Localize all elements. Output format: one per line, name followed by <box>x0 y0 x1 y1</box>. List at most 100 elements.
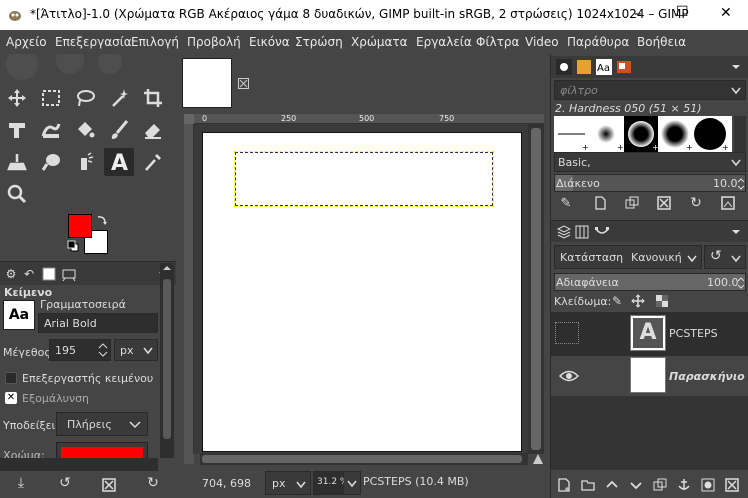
text-layer-boundary[interactable] <box>234 151 494 207</box>
images-tab-icon[interactable] <box>38 263 60 285</box>
minimize-button[interactable]: – <box>634 4 642 22</box>
quick-mask-corner[interactable] <box>184 114 194 124</box>
rect-select-tool-icon[interactable] <box>36 84 66 112</box>
swap-colors-icon[interactable] <box>96 214 108 226</box>
text-tool-icon[interactable]: A <box>104 148 134 176</box>
smudge-tool-icon[interactable] <box>36 148 66 176</box>
reset-options-icon[interactable]: ↻ <box>142 472 164 494</box>
brushes-tab-icon[interactable] <box>553 56 575 78</box>
anchor-layer-icon[interactable] <box>673 474 695 496</box>
zoom-tool-icon[interactable] <box>2 180 32 208</box>
editor-checkbox[interactable] <box>5 372 17 384</box>
restore-options-icon[interactable]: ↺ <box>54 472 76 494</box>
eraser-tool-icon[interactable] <box>138 116 168 144</box>
menu-file[interactable]: Αρχείο <box>6 35 47 49</box>
brush-grid[interactable]: + + + + + <box>554 116 732 152</box>
tool-options-scrollbar[interactable] <box>160 263 174 458</box>
move-tool-icon[interactable] <box>2 84 32 112</box>
antialias-checkbox[interactable]: ✕ <box>5 392 17 404</box>
lasso-tool-icon[interactable] <box>70 84 100 112</box>
refresh-brushes-icon[interactable]: ↻ <box>685 192 707 214</box>
brush-filter-input[interactable]: φίλτρο <box>554 80 746 100</box>
raise-layer-icon[interactable] <box>601 474 623 496</box>
canvas-hscrollbar[interactable] <box>200 453 528 465</box>
color-picker-tool-icon[interactable] <box>138 148 168 176</box>
crop-tool-icon[interactable] <box>138 84 168 112</box>
opacity-slider[interactable]: Αδιαφάνεια 100.0 <box>554 273 746 291</box>
menu-colors[interactable]: Χρώματα <box>351 35 408 49</box>
menu-select[interactable]: Επιλογή <box>131 35 179 49</box>
fuzzy-select-tool-icon[interactable] <box>104 84 134 112</box>
lock-pixels-icon[interactable]: ✎ <box>606 290 628 312</box>
dodge-burn-tool-icon[interactable] <box>70 148 100 176</box>
save-options-icon[interactable]: ⤓ <box>10 472 32 494</box>
brushes-tab-menu-icon[interactable] <box>725 56 747 78</box>
fonts-tab-icon[interactable]: Aa <box>593 56 615 78</box>
eye-icon[interactable] <box>559 370 579 382</box>
delete-brush-icon[interactable] <box>653 192 675 214</box>
layer-visibility-toggle[interactable] <box>555 322 579 344</box>
layer-mode-select[interactable]: Κατάσταση Κανονική <box>554 245 702 269</box>
layer-mask-icon[interactable] <box>697 474 719 496</box>
size-unit-select[interactable]: px <box>114 339 158 361</box>
default-colors-icon[interactable] <box>67 240 79 252</box>
antialias-checkbox-label: Εξομάλυνση <box>22 392 90 405</box>
foreground-color-swatch[interactable] <box>68 214 92 238</box>
zoom-follow-icon[interactable] <box>532 453 544 465</box>
canvas-vscrollbar[interactable] <box>528 124 544 454</box>
document-history-tab-icon[interactable] <box>613 56 635 78</box>
layer-mode-reset[interactable]: ↺ <box>704 245 746 269</box>
new-layer-group-icon[interactable] <box>577 474 599 496</box>
menu-image[interactable]: Εικόνα <box>249 35 290 49</box>
patterns-tab-icon[interactable] <box>573 56 595 78</box>
channels-tab-icon[interactable] <box>571 221 593 243</box>
image-canvas[interactable] <box>202 132 522 452</box>
size-spinbox[interactable]: 195 <box>49 339 111 361</box>
clone-tool-icon[interactable] <box>2 148 32 176</box>
close-button[interactable]: ✕ <box>720 5 732 21</box>
delete-options-icon[interactable] <box>98 474 120 496</box>
unified-transform-tool-icon[interactable] <box>2 116 32 144</box>
device-status-tab-icon[interactable] <box>58 263 80 285</box>
lower-layer-icon[interactable] <box>625 474 647 496</box>
duplicate-brush-icon[interactable] <box>621 192 643 214</box>
delete-layer-icon[interactable] <box>721 474 743 496</box>
canvas-viewport[interactable] <box>194 124 528 454</box>
navigate-corner[interactable] <box>184 454 194 464</box>
maximize-button[interactable]: ☐ <box>676 4 689 20</box>
menu-filters[interactable]: Φίλτρα <box>476 35 519 49</box>
image-tab-close-icon[interactable] <box>238 78 249 89</box>
font-input[interactable]: Arial Bold <box>38 313 158 333</box>
layer-row[interactable]: A PCSTEPS <box>551 312 748 356</box>
new-brush-icon[interactable] <box>589 192 611 214</box>
unit-select[interactable]: px <box>265 471 311 495</box>
menu-view[interactable]: Προβολή <box>187 35 241 49</box>
warp-transform-tool-icon[interactable] <box>36 116 66 144</box>
brush-grid-scrollbar[interactable] <box>734 116 746 152</box>
lock-alpha-icon[interactable] <box>651 290 673 312</box>
new-layer-icon[interactable] <box>553 474 575 496</box>
menu-layer[interactable]: Στρώση <box>295 35 343 49</box>
brush-as-image-icon[interactable] <box>717 192 739 214</box>
brush-preset-select[interactable]: Basic, <box>554 152 746 172</box>
undo-history-tab-icon[interactable]: ↶ <box>18 263 40 285</box>
menu-help[interactable]: Βοήθεια <box>637 35 686 49</box>
paintbrush-tool-icon[interactable] <box>104 116 134 144</box>
paths-tab-icon[interactable] <box>591 221 613 243</box>
font-preview-button[interactable]: Aa <box>3 300 35 330</box>
spacing-slider[interactable]: Διάκενο 10.0 <box>554 174 746 192</box>
bucket-fill-tool-icon[interactable] <box>70 116 100 144</box>
image-tab-thumbnail[interactable] <box>182 58 232 108</box>
layers-tab-menu-icon[interactable] <box>725 221 747 243</box>
hinting-select[interactable]: Πλήρεις <box>56 412 148 436</box>
duplicate-layer-icon[interactable] <box>649 474 671 496</box>
menu-video[interactable]: Video <box>525 35 559 49</box>
zoom-select[interactable]: 31.2 % <box>313 471 361 495</box>
menu-windows[interactable]: Παράθυρα <box>567 35 629 49</box>
tool-options-hscrollbar[interactable] <box>0 458 158 471</box>
menu-edit[interactable]: Επεξεργασία <box>55 35 132 49</box>
layer-row[interactable]: Παρασκήνιο <box>551 356 748 396</box>
menu-tools[interactable]: Εργαλεία <box>416 35 472 49</box>
edit-brush-icon[interactable]: ✎ <box>555 192 577 214</box>
lock-position-icon[interactable] <box>627 290 649 312</box>
